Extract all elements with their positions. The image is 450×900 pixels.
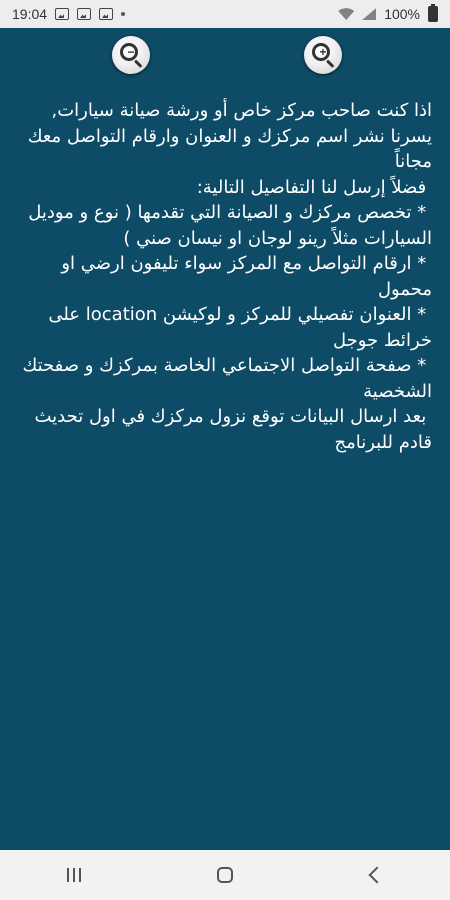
image-icon [77, 8, 92, 20]
back-icon [368, 866, 386, 884]
battery-icon [428, 4, 438, 22]
status-time: 19:04 [12, 6, 48, 22]
info-text: اذا كنت صاحب مركز خاص أو ورشة صيانة سيار… [22, 100, 432, 453]
content-area: − + اذا كنت صاحب مركز خاص أو ورشة صيانة … [0, 28, 450, 850]
zoom-in-button[interactable]: + [304, 36, 342, 74]
wifi-icon [338, 8, 355, 20]
status-bar: 19:04 100% [0, 0, 450, 28]
home-button[interactable] [195, 850, 255, 900]
status-right: 100% [338, 4, 438, 22]
home-icon [217, 867, 233, 883]
status-left: 19:04 [12, 6, 126, 22]
dot-icon [121, 12, 126, 16]
mail-icon [99, 8, 114, 20]
signal-icon [362, 8, 377, 20]
battery-percent: 100% [384, 6, 420, 22]
recents-button[interactable] [45, 850, 105, 900]
navigation-bar [0, 850, 450, 900]
zoom-out-icon: − [120, 43, 138, 61]
zoom-out-button[interactable]: − [112, 36, 150, 74]
back-button[interactable] [345, 850, 405, 900]
recents-icon [67, 868, 83, 882]
zoom-in-icon: + [312, 43, 330, 61]
image-icon [55, 8, 70, 20]
